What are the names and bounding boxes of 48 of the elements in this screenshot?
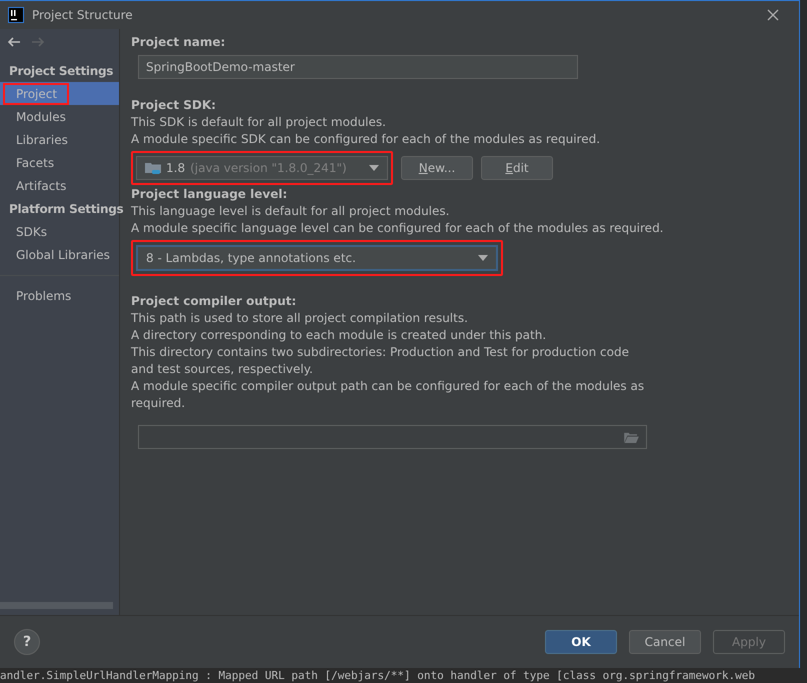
sidebar-item-label: Facets [15,154,56,172]
sidebar-item[interactable]: Problems [0,284,119,307]
sdk-dropdown[interactable]: 1.8 (java version "1.8.0_241") [136,156,388,180]
folder-icon [145,161,161,175]
dialog-button[interactable]: OK [545,630,617,654]
dialog-button[interactable]: Cancel [629,630,701,654]
forward-arrow-icon[interactable] [31,37,45,47]
sidebar-item[interactable]: Facets [0,151,119,174]
dialog-button[interactable]: Edit [481,156,553,180]
console-output-line: andler.SimpleUrlHandlerMapping : Mapped URL path [/webjars/**] onto handler of type [class org.springframework.web [0,668,756,683]
app-logo-icon [8,7,24,23]
description-text: This language level is default for all project modules. [131,203,450,220]
sidebar-item-label: Libraries [15,132,69,148]
language-level-dropdown[interactable]: 8 - Lambdas, type annotations etc. [136,245,498,271]
sidebar-item-label: SDKs [15,224,48,240]
caret-icon [369,165,379,171]
sidebar-item[interactable]: Modules [0,105,119,128]
project-name-field[interactable]: SpringBootDemo-master [138,55,578,79]
dialog-button[interactable]: New... [401,156,473,180]
sidebar-item-label: Problems [15,288,72,304]
output-path-field[interactable] [138,425,647,449]
description-text: This SDK is default for all project modules. [131,114,387,131]
folder-icon[interactable] [624,432,639,442]
help-button[interactable]: ? [14,629,40,655]
sidebar-item-label: Artifacts [15,178,68,194]
description-text: This path is used to store all project compilation results. [131,310,469,327]
sidebar-item-label: Project [3,82,70,104]
description-text: A directory corresponding to each module is created under this path. [131,327,548,344]
description-text: This directory contains two subdirectories: Production and Test for production code and test sources, respectively. [131,344,630,378]
section-header: Project Settings [8,63,114,80]
field-label: Project language level: [131,186,288,203]
field-label: Project SDK: [131,97,217,114]
window-title: Project Structure [32,8,134,22]
sidebar-item-label: Global Libraries [15,246,111,264]
back-arrow-icon[interactable] [7,37,21,47]
field-label: Project name: [131,34,226,51]
caret-icon [478,255,488,261]
description-text: A module specific SDK can be configured for each of the modules as required. [131,131,602,148]
sidebar-item[interactable]: Libraries [0,128,119,151]
sidebar-item[interactable]: Artifacts [0,174,119,197]
close-icon[interactable] [767,9,779,21]
sidebar-item[interactable]: SDKs [0,220,119,243]
sidebar-item[interactable]: Global Libraries [0,243,119,266]
description-text: A module specific language level can be configured for each of the modules as required. [131,220,664,237]
description-text: A module specific compiler output path can be configured for each of the modules as required. [131,378,646,412]
field-label: Project compiler output: [131,293,298,310]
sidebar-item[interactable]: Project [0,82,119,105]
sidebar-item-label: Modules [15,108,67,126]
